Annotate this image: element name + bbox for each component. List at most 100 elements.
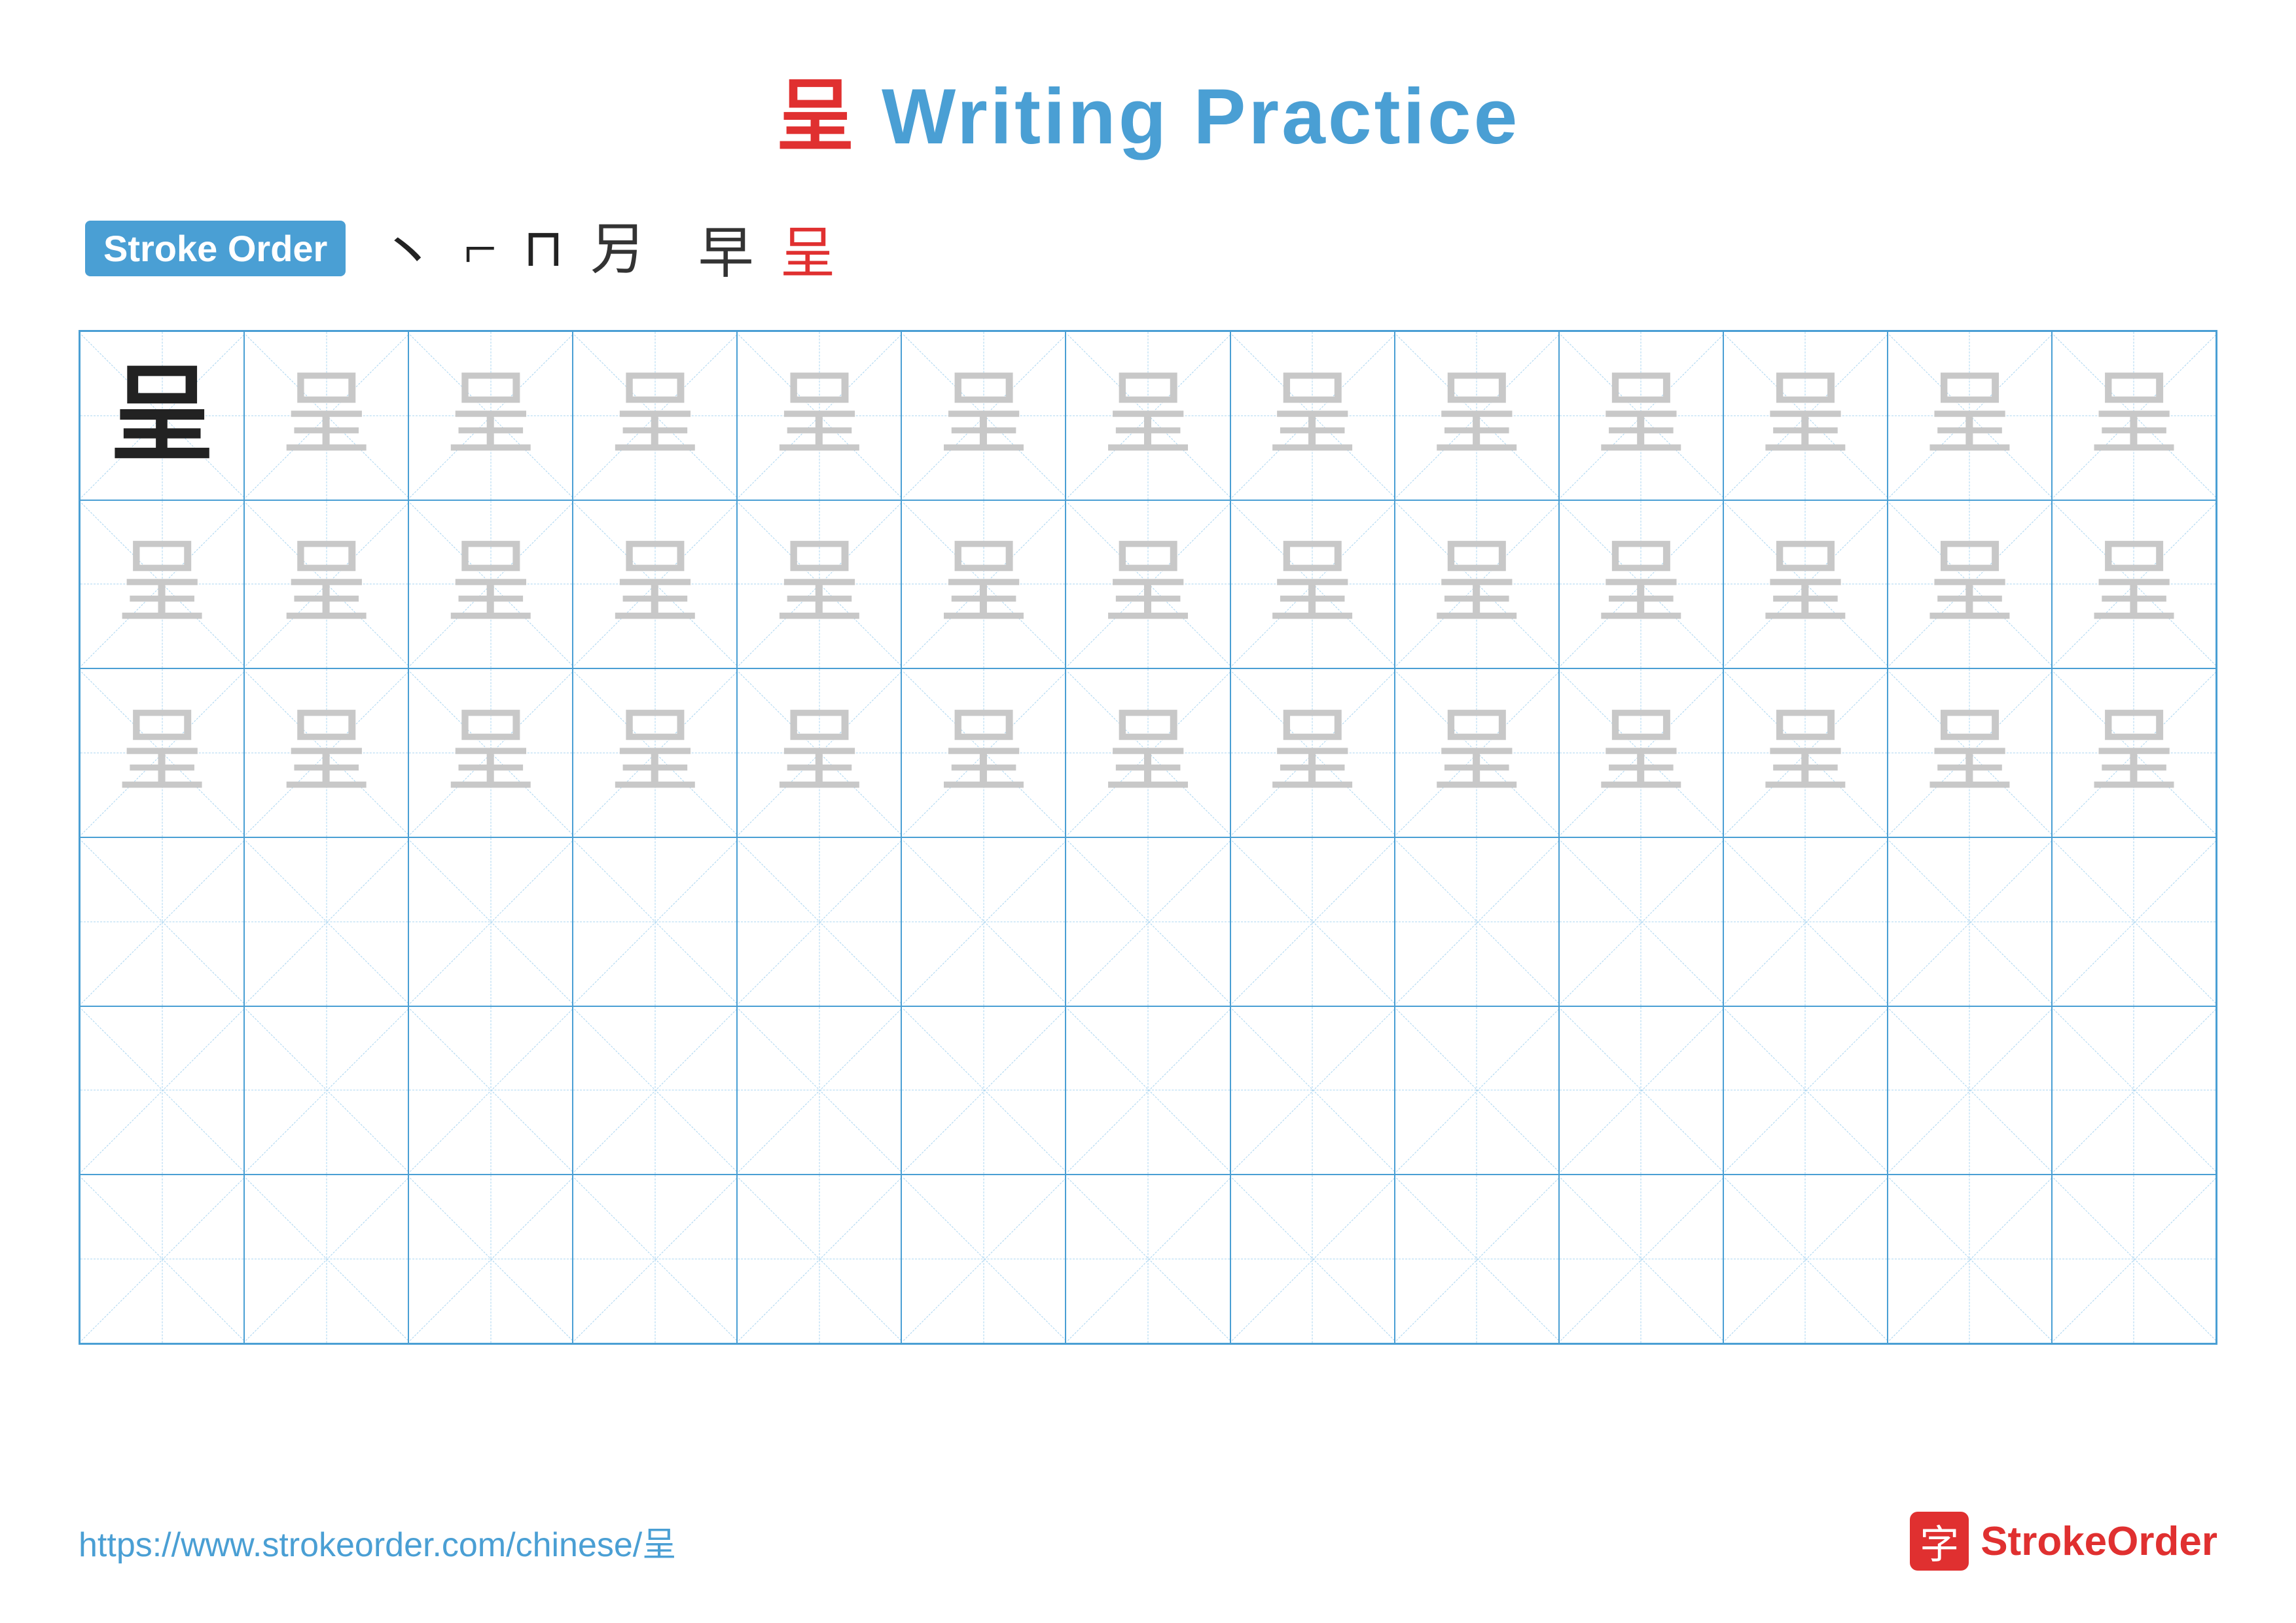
grid-cell[interactable] bbox=[244, 1006, 408, 1175]
grid-cell[interactable]: 呈 bbox=[1230, 331, 1395, 500]
practice-char: 呈 bbox=[1266, 707, 1358, 799]
practice-char: 呈 bbox=[117, 538, 208, 630]
grid-cell[interactable] bbox=[573, 1175, 737, 1343]
grid-cell[interactable]: 呈 bbox=[408, 668, 573, 837]
stroke-1: 丶 bbox=[378, 206, 437, 291]
grid-cell[interactable] bbox=[408, 1175, 573, 1343]
grid-cell[interactable]: 呈 bbox=[1395, 500, 1559, 669]
grid-cell[interactable] bbox=[1066, 1175, 1230, 1343]
grid-cell[interactable] bbox=[1230, 1175, 1395, 1343]
grid-cell[interactable]: 呈 bbox=[1559, 668, 1723, 837]
grid-cell[interactable]: 呈 bbox=[1066, 500, 1230, 669]
grid-cell[interactable] bbox=[1723, 1175, 1888, 1343]
grid-cell[interactable] bbox=[573, 1006, 737, 1175]
practice-char: 呈 bbox=[281, 370, 372, 462]
grid-cell[interactable]: 呈 bbox=[737, 331, 901, 500]
grid-cell[interactable] bbox=[2052, 1006, 2216, 1175]
grid-cell[interactable]: 呈 bbox=[1559, 500, 1723, 669]
grid-cell[interactable] bbox=[1066, 837, 1230, 1006]
practice-char: 呈 bbox=[938, 370, 1030, 462]
grid-cell[interactable]: 呈 bbox=[80, 668, 244, 837]
practice-char: 呈 bbox=[1759, 538, 1851, 630]
grid-cell[interactable] bbox=[737, 1006, 901, 1175]
grid-cell[interactable]: 呈 bbox=[1723, 668, 1888, 837]
grid-cell[interactable]: 呈 bbox=[1066, 668, 1230, 837]
grid-cell[interactable] bbox=[1723, 1006, 1888, 1175]
grid-cell[interactable] bbox=[573, 837, 737, 1006]
grid-cell[interactable] bbox=[2052, 837, 2216, 1006]
practice-char: 呈 bbox=[1431, 707, 1522, 799]
practice-char: 呈 bbox=[2088, 707, 2179, 799]
grid-cell[interactable]: 呈 bbox=[244, 668, 408, 837]
grid-cell[interactable]: 呈 bbox=[1723, 331, 1888, 500]
grid-cell[interactable]: 呈 bbox=[573, 500, 737, 669]
grid-cell[interactable]: 呈 bbox=[80, 500, 244, 669]
grid-cell[interactable] bbox=[1723, 837, 1888, 1006]
grid-cell[interactable]: 呈 bbox=[408, 331, 573, 500]
grid-cell[interactable] bbox=[1230, 837, 1395, 1006]
grid-cell[interactable] bbox=[1395, 1006, 1559, 1175]
grid-cell[interactable]: 呈 bbox=[2052, 500, 2216, 669]
grid-cell[interactable] bbox=[1066, 1006, 1230, 1175]
grid-cell[interactable]: 呈 bbox=[1888, 331, 2052, 500]
grid-cell[interactable] bbox=[1559, 1006, 1723, 1175]
grid-cell[interactable] bbox=[1888, 837, 2052, 1006]
grid-cell[interactable]: 呈 bbox=[408, 500, 573, 669]
practice-char: 呈 bbox=[445, 538, 537, 630]
grid-cell[interactable] bbox=[1559, 837, 1723, 1006]
grid-cell[interactable]: 呈 bbox=[2052, 331, 2216, 500]
practice-char: 呈 bbox=[1102, 707, 1194, 799]
grid-cell[interactable]: 呈 bbox=[1395, 331, 1559, 500]
grid-cell[interactable] bbox=[408, 837, 573, 1006]
grid-cell[interactable]: 呈 bbox=[1888, 500, 2052, 669]
grid-cell[interactable] bbox=[901, 837, 1066, 1006]
practice-char: 呈 bbox=[1102, 370, 1194, 462]
grid-cell[interactable] bbox=[408, 1006, 573, 1175]
grid-cell[interactable]: 呈 bbox=[80, 331, 244, 500]
grid-cell[interactable] bbox=[80, 837, 244, 1006]
grid-cell[interactable]: 呈 bbox=[1559, 331, 1723, 500]
grid-cell[interactable]: 呈 bbox=[737, 500, 901, 669]
grid-cell[interactable] bbox=[901, 1175, 1066, 1343]
grid-cell[interactable] bbox=[2052, 1175, 2216, 1343]
practice-char: 呈 bbox=[1595, 370, 1687, 462]
grid-cell[interactable] bbox=[244, 1175, 408, 1343]
footer-logo: 字 StrokeOrder bbox=[1910, 1512, 2217, 1571]
grid-cell[interactable]: 呈 bbox=[573, 668, 737, 837]
practice-char: 呈 bbox=[1266, 538, 1358, 630]
grid-cell[interactable] bbox=[1230, 1006, 1395, 1175]
grid-cell[interactable]: 呈 bbox=[573, 331, 737, 500]
practice-char: 呈 bbox=[1924, 370, 2015, 462]
stroke-4: 𠮠 bbox=[590, 215, 646, 282]
practice-char: 呈 bbox=[774, 538, 865, 630]
grid-cell[interactable]: 呈 bbox=[901, 500, 1066, 669]
grid-cell[interactable]: 呈 bbox=[1395, 668, 1559, 837]
practice-char: 呈 bbox=[281, 707, 372, 799]
grid-cell[interactable] bbox=[737, 837, 901, 1006]
grid-cell[interactable]: 呈 bbox=[244, 500, 408, 669]
grid-cell[interactable]: 呈 bbox=[1230, 500, 1395, 669]
grid-cell[interactable] bbox=[244, 837, 408, 1006]
grid-cell[interactable]: 呈 bbox=[1066, 331, 1230, 500]
grid-cell[interactable] bbox=[1395, 837, 1559, 1006]
grid-cell[interactable] bbox=[1395, 1175, 1559, 1343]
footer-url[interactable]: https://www.strokeorder.com/chinese/呈 bbox=[79, 1517, 676, 1566]
practice-char: 呈 bbox=[2088, 370, 2179, 462]
practice-char: 呈 bbox=[2088, 538, 2179, 630]
grid-cell[interactable] bbox=[901, 1006, 1066, 1175]
grid-cell[interactable]: 呈 bbox=[1888, 668, 2052, 837]
grid-cell[interactable]: 呈 bbox=[1230, 668, 1395, 837]
grid-cell[interactable] bbox=[1559, 1175, 1723, 1343]
practice-char: 呈 bbox=[1924, 707, 2015, 799]
grid-cell[interactable]: 呈 bbox=[2052, 668, 2216, 837]
grid-cell[interactable] bbox=[80, 1006, 244, 1175]
grid-cell[interactable]: 呈 bbox=[1723, 500, 1888, 669]
grid-cell[interactable]: 呈 bbox=[901, 668, 1066, 837]
grid-cell[interactable] bbox=[1888, 1175, 2052, 1343]
grid-cell[interactable] bbox=[737, 1175, 901, 1343]
grid-cell[interactable] bbox=[1888, 1006, 2052, 1175]
grid-cell[interactable]: 呈 bbox=[901, 331, 1066, 500]
grid-cell[interactable]: 呈 bbox=[737, 668, 901, 837]
grid-cell[interactable]: 呈 bbox=[244, 331, 408, 500]
grid-cell[interactable] bbox=[80, 1175, 244, 1343]
